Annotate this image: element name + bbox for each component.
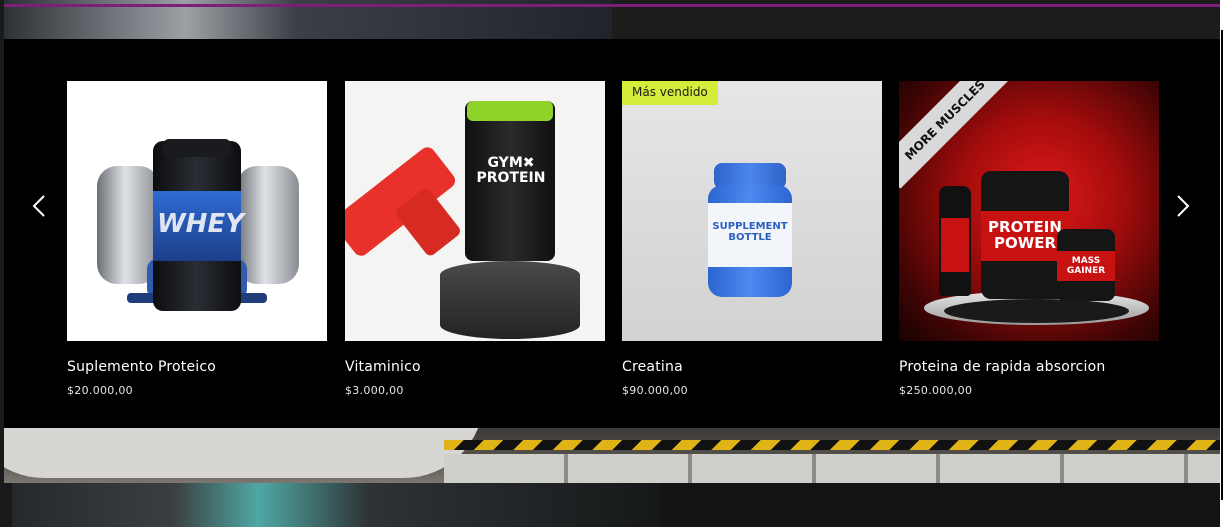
product-image[interactable]: GYM✖ PROTEIN — [345, 81, 605, 341]
product-price: $90.000,00 — [622, 384, 688, 397]
small-tub-label-text: MASS GAINER — [1057, 251, 1115, 281]
display-stage-top — [944, 299, 1129, 323]
product-name[interactable]: Vitaminico — [345, 359, 605, 375]
product-price: $20.000,00 — [67, 384, 133, 397]
bottle-label — [941, 218, 969, 272]
best-seller-badge: Más vendido — [622, 81, 718, 105]
product-carousel: WHEY Suplemento Proteico $20.000,00 GYM✖… — [4, 39, 1220, 428]
background-gym-photo — [4, 428, 1220, 483]
product-card[interactable]: PROTEIN POWER MASS GAINER MORE MUSCLES P… — [899, 81, 1159, 397]
product-name[interactable]: Proteina de rapida absorcion — [899, 359, 1159, 375]
supplement-tub-small: MASS GAINER — [1057, 229, 1115, 301]
product-card[interactable]: WHEY Suplemento Proteico $20.000,00 — [67, 81, 327, 397]
product-card[interactable]: SUPPLEMENT BOTTLE Más vendido Creatina $… — [622, 81, 882, 397]
scrollbar-thumb[interactable] — [1221, 30, 1223, 500]
jar-lid — [163, 139, 231, 157]
product-price: $250.000,00 — [899, 384, 973, 397]
chevron-right-icon — [1177, 195, 1190, 217]
product-image[interactable]: WHEY — [67, 81, 327, 341]
tub-label-text: PROTEIN POWER — [981, 211, 1069, 261]
bottle-label-text: SUPPLEMENT BOTTLE — [712, 221, 788, 243]
bottle-label: SUPPLEMENT BOTTLE — [708, 203, 792, 267]
scrollbar-track[interactable] — [1220, 0, 1225, 527]
product-card[interactable]: GYM✖ PROTEIN Vitaminico $3.000,00 — [345, 81, 605, 397]
background-dark-footer — [660, 483, 1220, 527]
gym-shelves — [444, 454, 1220, 483]
chevron-left-icon — [32, 195, 45, 217]
background-athlete-photo — [12, 483, 660, 527]
jar-lid — [467, 101, 553, 121]
supplement-tub: PROTEIN POWER — [981, 171, 1069, 299]
product-price: $3.000,00 — [345, 384, 404, 397]
carousel-prev-button[interactable] — [24, 194, 54, 224]
jar-label-text: GYM✖ PROTEIN — [476, 155, 546, 186]
pedestal — [440, 261, 580, 339]
carousel-next-button[interactable] — [1168, 194, 1198, 224]
weight-plate-image — [4, 428, 484, 478]
product-name[interactable]: Creatina — [622, 359, 882, 375]
product-image[interactable]: PROTEIN POWER MASS GAINER MORE MUSCLES — [899, 81, 1159, 341]
jar-label-text: WHEY — [157, 209, 245, 239]
accent-line — [4, 4, 1220, 7]
hazard-stripe — [444, 440, 1220, 450]
supplement-bottle — [939, 186, 971, 296]
product-name[interactable]: Suplemento Proteico — [67, 359, 327, 375]
jar-label: WHEY — [153, 191, 245, 261]
product-image[interactable]: SUPPLEMENT BOTTLE Más vendido — [622, 81, 882, 341]
